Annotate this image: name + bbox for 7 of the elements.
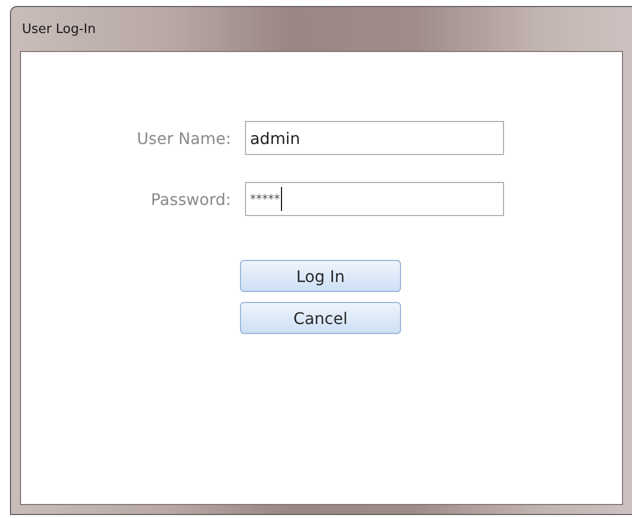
cancel-button[interactable]: Cancel (240, 302, 401, 334)
password-field[interactable]: ***** (245, 182, 504, 216)
field-label: Password: (150, 190, 231, 208)
username-field[interactable]: admin (245, 121, 504, 155)
login-button[interactable]: Log In (240, 260, 401, 292)
window-title: User Log-In (22, 22, 96, 36)
field-label: User Name: (136, 128, 231, 148)
